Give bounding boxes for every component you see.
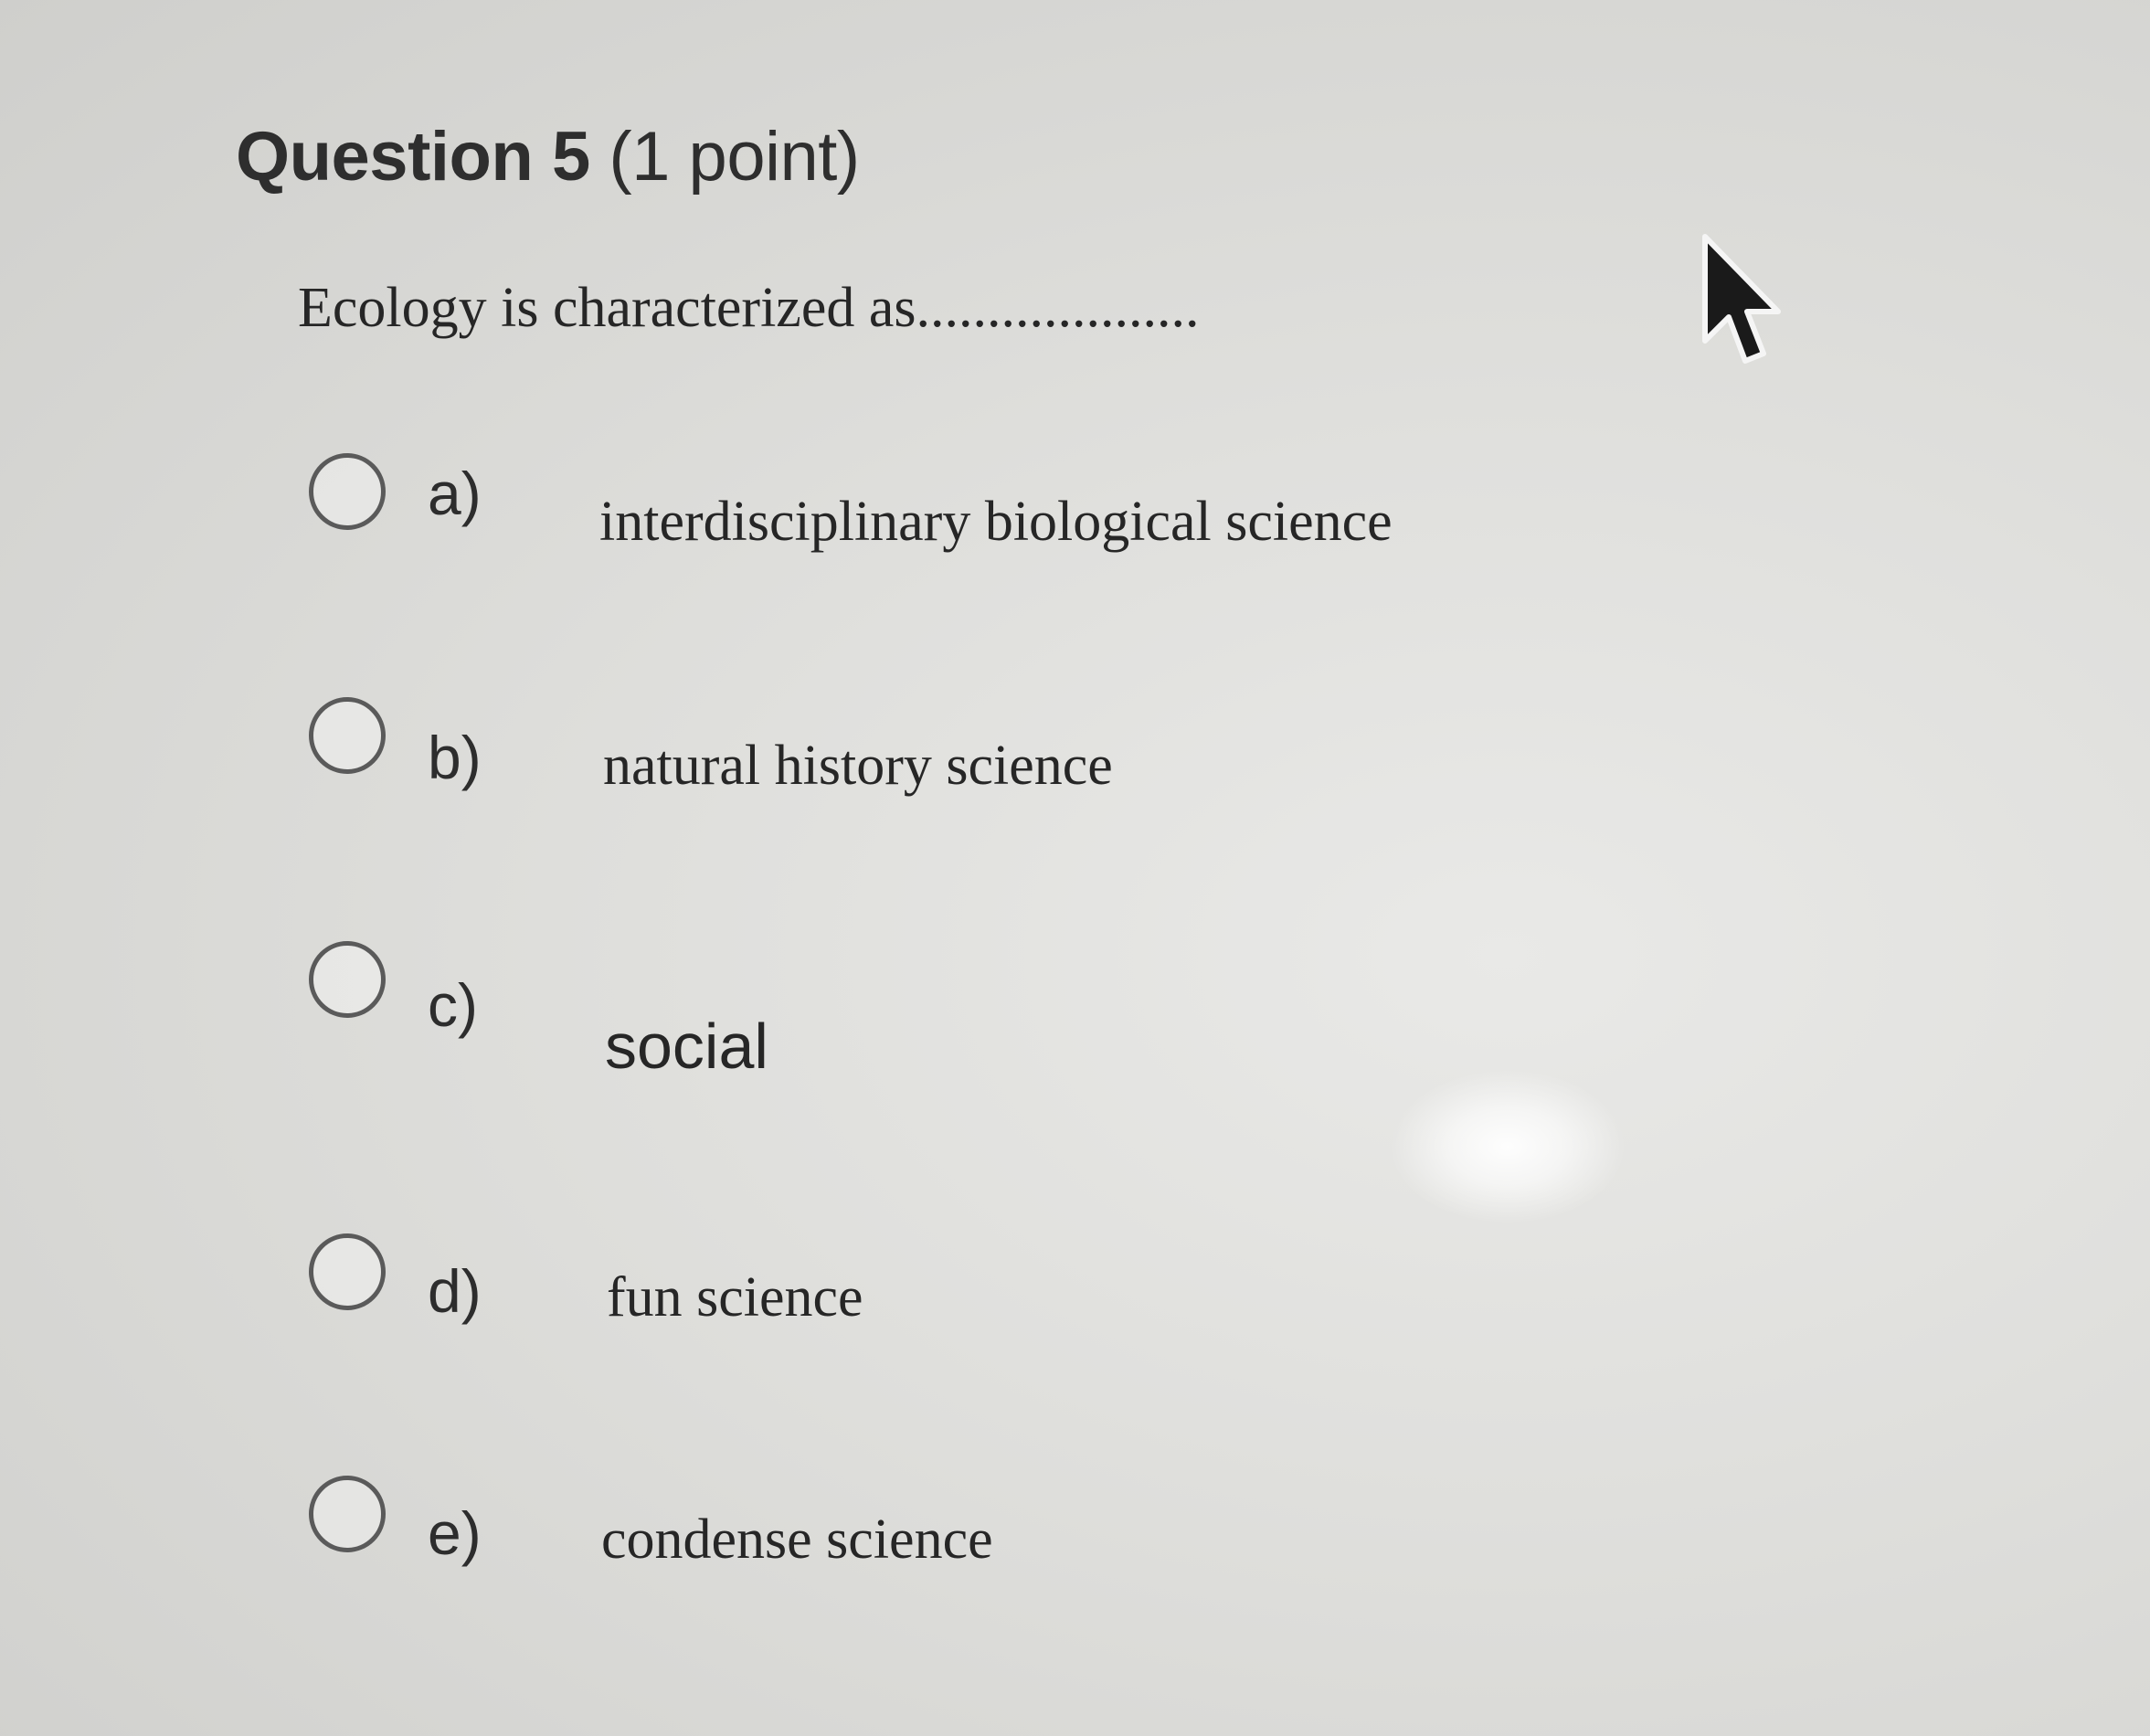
option-letter: c) — [428, 971, 478, 1039]
answer-option-b[interactable]: b) natural history science — [309, 697, 1588, 797]
question-prompt: Ecology is characterized as.............… — [298, 277, 1200, 339]
option-text: natural history science — [603, 735, 1113, 797]
question-title: Question 5 (1 point) — [236, 117, 860, 196]
answer-option-d[interactable]: d) fun science — [309, 1233, 1588, 1328]
radio-button-e[interactable] — [309, 1476, 386, 1552]
radio-button-c[interactable] — [309, 941, 386, 1018]
screen-glare — [1389, 1069, 1626, 1224]
option-text: interdisciplinary biological science — [599, 491, 1393, 553]
answer-option-c[interactable]: c) social — [309, 941, 1588, 1082]
radio-button-d[interactable] — [309, 1233, 386, 1310]
option-letter: a) — [428, 460, 482, 527]
radio-button-a[interactable] — [309, 453, 386, 530]
option-text: social — [605, 1011, 768, 1082]
option-text: condense science — [601, 1508, 993, 1571]
option-letter: e) — [428, 1499, 482, 1567]
arrow-pointer-icon — [1702, 234, 1781, 364]
option-letter: b) — [428, 724, 482, 791]
option-text: fun science — [607, 1266, 863, 1328]
question-number: Question 5 — [236, 118, 590, 196]
question-points: (1 point) — [609, 118, 860, 196]
answer-option-e[interactable]: e) condense science — [309, 1476, 1588, 1571]
answer-option-a[interactable]: a) interdisciplinary biological science — [309, 453, 1588, 553]
radio-button-b[interactable] — [309, 697, 386, 774]
option-letter: d) — [428, 1257, 482, 1325]
